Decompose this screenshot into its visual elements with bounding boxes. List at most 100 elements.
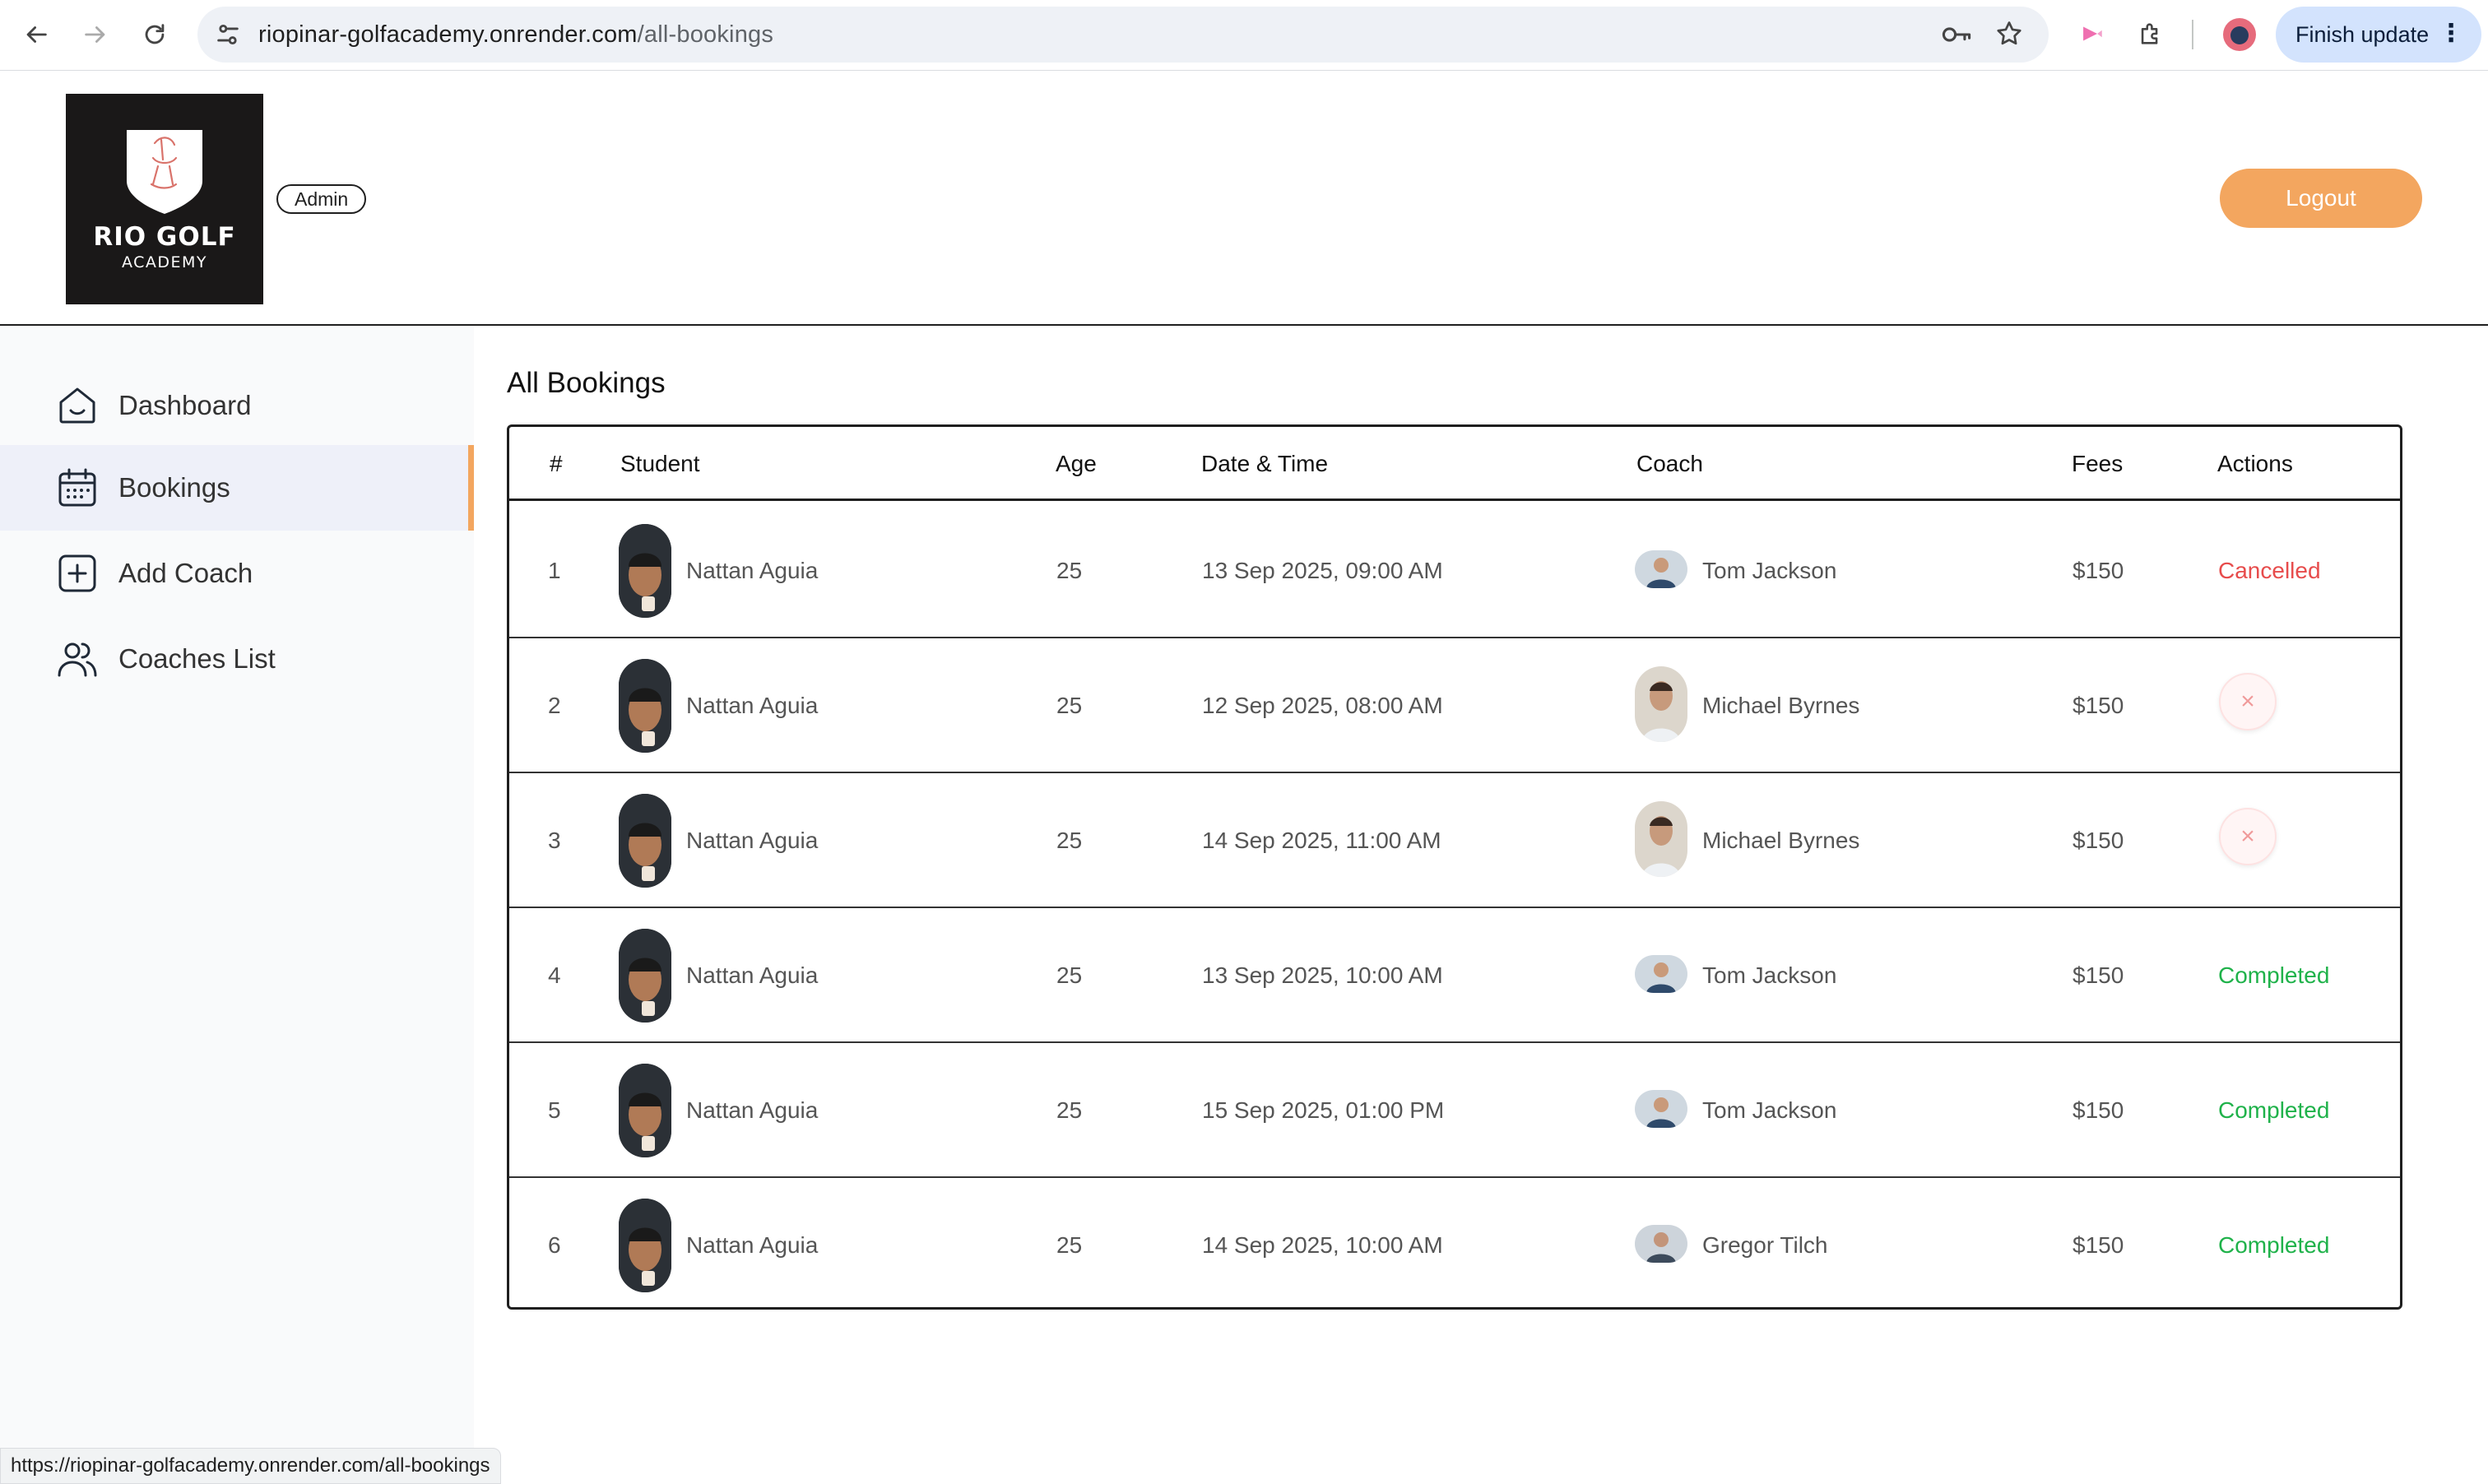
student-avatar <box>619 1199 671 1292</box>
extension-button[interactable] <box>2073 16 2110 52</box>
status-badge: Completed <box>2218 1232 2330 1258</box>
sidebar-item-label: Bookings <box>118 472 230 503</box>
student-name: Nattan Aguia <box>686 962 819 988</box>
sidebar-item-dashboard[interactable]: Dashboard <box>0 363 474 448</box>
table-row: 6 Nattan Aguia 25 14 Sep 2025, 10:00 AM … <box>509 1178 2400 1307</box>
table-row: 2 Nattan Aguia 25 12 Sep 2025, 08:00 AM … <box>509 638 2400 773</box>
booking-datetime: 12 Sep 2025, 08:00 AM <box>1202 693 1443 718</box>
logout-button[interactable]: Logout <box>2220 169 2422 228</box>
sidebar-item-label: Coaches List <box>118 643 276 674</box>
booking-fees: $150 <box>2073 1097 2124 1123</box>
coach-name: Tom Jackson <box>1702 1097 1837 1123</box>
booking-datetime: 13 Sep 2025, 09:00 AM <box>1202 558 1443 583</box>
table-row: 4 Nattan Aguia 25 13 Sep 2025, 10:00 AM … <box>509 908 2400 1043</box>
sidebar-item-bookings[interactable]: Bookings <box>0 445 474 531</box>
booking-fees: $150 <box>2073 1232 2124 1258</box>
student-age: 25 <box>1056 962 1083 988</box>
student-name: Nattan Aguia <box>686 1097 819 1123</box>
student-avatar <box>619 1064 671 1157</box>
browser-toolbar: riopinar-golfacademy.onrender.com/all-bo… <box>0 0 2488 71</box>
key-icon[interactable] <box>1940 21 1973 49</box>
finish-update-button[interactable]: Finish update ⋮ <box>2276 7 2481 63</box>
row-number: 3 <box>548 828 561 853</box>
bookings-table: # Student Age Date & Time Coach Fees Act… <box>507 424 2402 1310</box>
forward-button[interactable] <box>76 15 115 54</box>
booking-datetime: 14 Sep 2025, 10:00 AM <box>1202 1232 1443 1258</box>
more-menu-icon[interactable]: ⋮ <box>2439 21 2463 46</box>
column-header-datetime: Date & Time <box>1201 451 1329 476</box>
status-badge: Cancelled <box>2218 558 2321 583</box>
column-header-actions: Actions <box>2217 451 2293 476</box>
row-number: 6 <box>548 1232 561 1258</box>
academy-logo[interactable]: RIO GOLF ACADEMY <box>66 94 263 304</box>
row-number: 2 <box>548 693 561 718</box>
url-text: riopinar-golfacademy.onrender.com/all-bo… <box>258 21 773 49</box>
profile-avatar[interactable] <box>2223 18 2256 51</box>
reload-button[interactable] <box>135 15 174 54</box>
reload-icon <box>145 24 165 44</box>
home-icon <box>59 387 95 424</box>
coach-name: Michael Byrnes <box>1702 828 1860 853</box>
logo-line-2: ACADEMY <box>121 253 208 271</box>
column-header-coach: Coach <box>1636 451 1703 476</box>
student-age: 25 <box>1056 1232 1083 1258</box>
coach-avatar <box>1635 955 1687 993</box>
student-avatar <box>619 794 671 888</box>
status-badge: Completed <box>2218 962 2330 988</box>
table-row: 3 Nattan Aguia 25 14 Sep 2025, 11:00 AM … <box>509 773 2400 908</box>
coach-avatar <box>1635 550 1687 588</box>
shield-logo-icon <box>127 130 202 214</box>
student-name: Nattan Aguia <box>686 693 819 718</box>
address-bar[interactable]: riopinar-golfacademy.onrender.com/all-bo… <box>197 7 2049 63</box>
cancel-booking-button[interactable]: × <box>2219 673 2277 730</box>
toolbar-separator <box>2192 20 2193 49</box>
sidebar-item-coaches-list[interactable]: Coaches List <box>0 616 474 702</box>
star-icon[interactable] <box>1994 19 2024 49</box>
role-badge: Admin <box>276 184 367 214</box>
booking-datetime: 13 Sep 2025, 10:00 AM <box>1202 962 1443 988</box>
coach-name: Gregor Tilch <box>1702 1232 1828 1258</box>
student-avatar <box>619 524 671 618</box>
table-row: 1 Nattan Aguia 25 13 Sep 2025, 09:00 AM … <box>509 503 2400 638</box>
booking-fees: $150 <box>2073 693 2124 718</box>
student-age: 25 <box>1056 828 1083 853</box>
sidebar: Dashboard Bookings Add Coach Coaches Lis… <box>0 327 474 1484</box>
pink-extension-icon <box>2083 26 2102 41</box>
arrow-left-icon <box>26 26 47 43</box>
student-name: Nattan Aguia <box>686 558 819 583</box>
logo-line-1: RIO GOLF <box>93 222 236 252</box>
status-badge: Completed <box>2218 1097 2330 1123</box>
booking-datetime: 14 Sep 2025, 11:00 AM <box>1202 828 1441 853</box>
back-button[interactable] <box>16 15 56 54</box>
row-number: 4 <box>548 962 561 988</box>
app-header: RIO GOLF ACADEMY Admin Logout <box>0 72 2488 326</box>
student-name: Nattan Aguia <box>686 1232 819 1258</box>
extensions-button[interactable] <box>2133 16 2169 52</box>
page-title: All Bookings <box>507 367 666 399</box>
coach-avatar <box>1635 801 1687 877</box>
coach-name: Michael Byrnes <box>1702 693 1860 718</box>
booking-fees: $150 <box>2073 558 2124 583</box>
users-icon <box>58 642 97 677</box>
url-host: riopinar-golfacademy.onrender.com <box>258 21 638 48</box>
column-header-age: Age <box>1056 451 1097 476</box>
student-avatar <box>619 659 671 753</box>
finish-update-label: Finish update <box>2295 21 2430 47</box>
cancel-booking-button[interactable]: × <box>2219 808 2277 865</box>
student-name: Nattan Aguia <box>686 828 819 853</box>
coach-avatar <box>1635 666 1687 742</box>
booking-fees: $150 <box>2073 962 2124 988</box>
student-age: 25 <box>1056 558 1083 583</box>
student-age: 25 <box>1056 693 1083 718</box>
sidebar-item-add-coach[interactable]: Add Coach <box>0 531 474 616</box>
row-number: 5 <box>548 1097 561 1123</box>
column-header-fees: Fees <box>2072 451 2124 476</box>
url-path: /all-bookings <box>637 21 774 48</box>
column-header-student: Student <box>620 451 700 476</box>
puzzle-icon <box>2141 23 2158 44</box>
table-row: 5 Nattan Aguia 25 15 Sep 2025, 01:00 PM … <box>509 1043 2400 1178</box>
arrow-right-icon <box>85 26 105 43</box>
sidebar-item-label: Dashboard <box>118 390 252 420</box>
site-settings-icon[interactable] <box>214 21 242 49</box>
plus-square-icon <box>58 554 96 592</box>
